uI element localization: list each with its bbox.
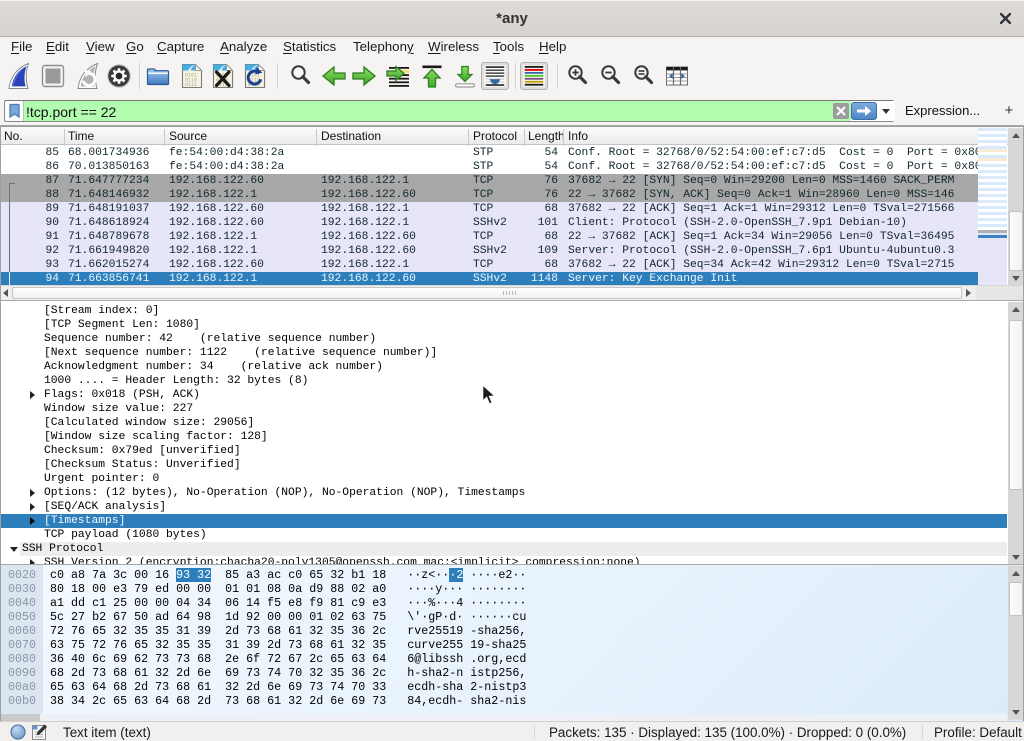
svg-text:0111: 0111 xyxy=(185,82,197,88)
